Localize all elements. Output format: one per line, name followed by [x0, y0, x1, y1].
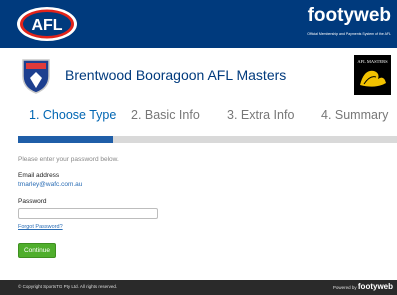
step-summary[interactable]: 4. Summary [321, 108, 388, 122]
powered-by-prefix: Powered by [332, 285, 357, 290]
top-header: AFL footyweb Official Membership and Pay… [0, 0, 397, 48]
afl-logo[interactable]: AFL [15, 5, 79, 43]
password-instructions: Please enter your password below. [18, 156, 119, 163]
progress-bar-fill [18, 136, 113, 143]
footyweb-brand[interactable]: footyweb Official Membership and Payment… [307, 6, 391, 37]
club-crest-icon [22, 59, 50, 94]
step-extra-info[interactable]: 3. Extra Info [227, 108, 294, 122]
step-basic-info[interactable]: 2. Basic Info [131, 108, 200, 122]
powered-by[interactable]: Powered by footyweb [333, 282, 393, 291]
footer: © Copyright SportsTG Pty Ltd. All rights… [0, 280, 397, 295]
email-value: tmarley@wafc.com.au [18, 181, 83, 188]
afl-logo-text: AFL [31, 17, 62, 34]
password-input[interactable] [18, 208, 158, 219]
masters-logo-text: AFL MASTERS [357, 59, 388, 64]
forgot-password-link[interactable]: Forgot Password? [18, 224, 63, 230]
club-title: Brentwood Booragoon AFL Masters [65, 67, 287, 83]
step-choose-type[interactable]: 1. Choose Type [29, 108, 116, 122]
continue-button[interactable]: Continue [18, 243, 56, 258]
wizard-steps: 1. Choose Type 2. Basic Info 3. Extra In… [0, 108, 397, 128]
email-label: Email address [18, 172, 60, 179]
brand-tagline: Official Membership and Payments System … [307, 32, 391, 36]
password-label: Password [18, 198, 47, 205]
afl-masters-logo: AFL MASTERS [354, 55, 391, 95]
progress-bar [18, 136, 397, 143]
brand-name: footyweb [307, 5, 391, 26]
powered-by-brand: footyweb [357, 282, 393, 291]
copyright-text: © Copyright SportsTG Pty Ltd. All rights… [18, 284, 118, 289]
